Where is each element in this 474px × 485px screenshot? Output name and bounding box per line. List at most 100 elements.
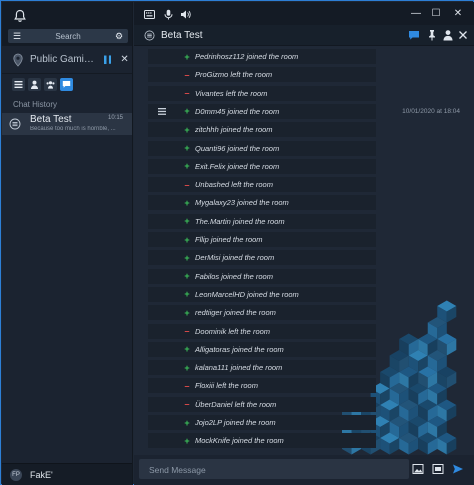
message-list[interactable]: + Pedrinhosz112 joined the room – ProGizmo … (134, 47, 474, 455)
message-text: The.Martin joined the room (195, 216, 285, 226)
system-message: + DerMisi joined the room (148, 250, 376, 266)
message-input[interactable] (149, 463, 399, 476)
minus-icon: – (184, 399, 190, 410)
gear-icon[interactable]: ⚙ (110, 31, 128, 42)
system-message: + Fllip joined the room (148, 232, 376, 247)
sidebar-top: ☰ ⚙ (2, 2, 132, 46)
system-message: + MockKnife joined the room (148, 433, 376, 449)
message-text: zitchhh joined the room (195, 125, 273, 135)
message-text: Exit.Felix joined the room (195, 161, 280, 171)
tab-list[interactable] (12, 78, 25, 91)
minus-icon: – (184, 69, 190, 80)
page-title: Beta Test (161, 30, 203, 41)
user-bar[interactable]: FP FakE' (2, 463, 132, 485)
user-icon[interactable] (442, 29, 454, 41)
microphone-icon[interactable] (163, 9, 174, 20)
location-pin-icon (13, 53, 23, 67)
plus-icon: + (184, 51, 190, 62)
message-text: Vivantes left the room (195, 88, 268, 98)
minimize-button[interactable]: — (410, 8, 422, 19)
close-icon[interactable] (457, 29, 469, 41)
system-message: – Doominik left the room (148, 323, 376, 339)
list-icon (14, 81, 23, 88)
tab-group[interactable] (44, 78, 57, 91)
message-box (139, 459, 409, 479)
chat-time: 10:15 (107, 115, 123, 121)
search-bar: ☰ ⚙ (8, 29, 128, 43)
close-icon[interactable]: ✕ (120, 54, 128, 65)
pin-icon[interactable] (426, 29, 438, 41)
message-text: redtiiger joined the room (195, 308, 276, 318)
plus-icon: + (184, 435, 190, 446)
window-titlebar: — ☐ ✕ (134, 2, 474, 25)
chat-pane: — ☐ ✕ Beta Test + Pedrinhosz112 joined th… (134, 2, 474, 485)
system-message: + Alligatoras joined the room (148, 341, 376, 357)
plus-icon: + (184, 271, 190, 282)
system-message: + Quanti96 joined the room (148, 140, 376, 156)
chat-history-label: Chat History (13, 100, 58, 109)
bell-icon[interactable] (13, 9, 27, 23)
plus-icon: + (184, 124, 190, 135)
server-name: Public Gaming ... (30, 54, 98, 65)
message-menu-icon[interactable] (158, 107, 166, 115)
system-message: + zitchhh joined the room (148, 122, 376, 138)
chat-room-icon (144, 30, 155, 41)
system-message: – ÜberDaniel left the room (148, 396, 376, 412)
system-message: – Floxiii left the room (148, 378, 376, 394)
chat-title: Beta Test (30, 114, 72, 125)
chat-history-item[interactable]: Beta Test 10:15 Because too much is horr… (2, 113, 132, 135)
plus-icon: + (184, 417, 190, 428)
speaker-icon[interactable] (180, 9, 191, 20)
message-timestamp: 10/01/2020 at 18:04 (402, 107, 460, 115)
chat-bubble-icon[interactable] (408, 29, 420, 41)
minus-icon: – (184, 179, 190, 190)
keyboard-icon[interactable] (144, 9, 155, 20)
plus-icon: + (184, 362, 190, 373)
message-text: DerMisi joined the room (195, 253, 275, 263)
close-button[interactable]: ✕ (452, 8, 464, 19)
plus-icon: + (184, 234, 190, 245)
message-text: ProGizmo left the room (195, 70, 273, 80)
message-text: ÜberDaniel left the room (195, 399, 277, 409)
maximize-button[interactable]: ☐ (430, 8, 442, 19)
system-message: + Jojo2LP joined the room (148, 415, 376, 430)
plus-icon: + (184, 307, 190, 318)
system-message: + redtiiger joined the room (148, 305, 376, 321)
system-message: + Exit.Felix joined the room (148, 158, 376, 174)
composer (134, 455, 474, 485)
message-text: Fllip joined the room (195, 235, 263, 244)
system-message: + Pedrinhosz112 joined the room (148, 49, 376, 64)
tab-user[interactable] (28, 78, 41, 91)
avatar[interactable]: FP (10, 468, 22, 481)
message-text: D0mm45 joined the room (195, 106, 280, 116)
sidebar: ☰ ⚙ Public Gaming ... ▌▍ ✕ (2, 2, 133, 485)
username: FakE' (30, 469, 53, 480)
system-message: – ProGizmo left the room (148, 67, 376, 83)
gif-icon[interactable] (432, 463, 444, 475)
message-text: Alligatoras joined the room (195, 344, 284, 354)
chat-bubble-icon (62, 81, 71, 88)
sidebar-tabs (2, 74, 132, 94)
message-text: Quanti96 joined the room (195, 143, 280, 153)
server-row[interactable]: Public Gaming ... ▌▍ ✕ (2, 46, 132, 74)
minus-icon: – (184, 326, 190, 336)
message-text: Mygalaxy23 joined the room (195, 198, 289, 208)
chat-header: Beta Test (134, 25, 474, 46)
menu-icon[interactable]: ☰ (8, 31, 26, 42)
search-input[interactable] (26, 31, 110, 41)
plus-icon: + (184, 216, 190, 227)
plus-icon: + (184, 106, 190, 117)
plus-icon: + (184, 143, 190, 153)
chat-room-icon (9, 118, 21, 130)
message-text: Jojo2LP joined the room (195, 418, 276, 427)
message-text: LeonMarcelHD joined the room (195, 289, 299, 299)
signal-icon: ▌▍ (104, 56, 115, 64)
minus-icon: – (184, 88, 190, 99)
message-text: Floxiii left the room (195, 381, 258, 391)
tab-chat[interactable] (60, 78, 73, 91)
image-icon[interactable] (412, 463, 424, 475)
user-icon (31, 80, 38, 89)
plus-icon: + (184, 344, 190, 355)
system-message: + kalana111 joined the room (148, 360, 376, 376)
send-icon[interactable] (452, 463, 464, 475)
